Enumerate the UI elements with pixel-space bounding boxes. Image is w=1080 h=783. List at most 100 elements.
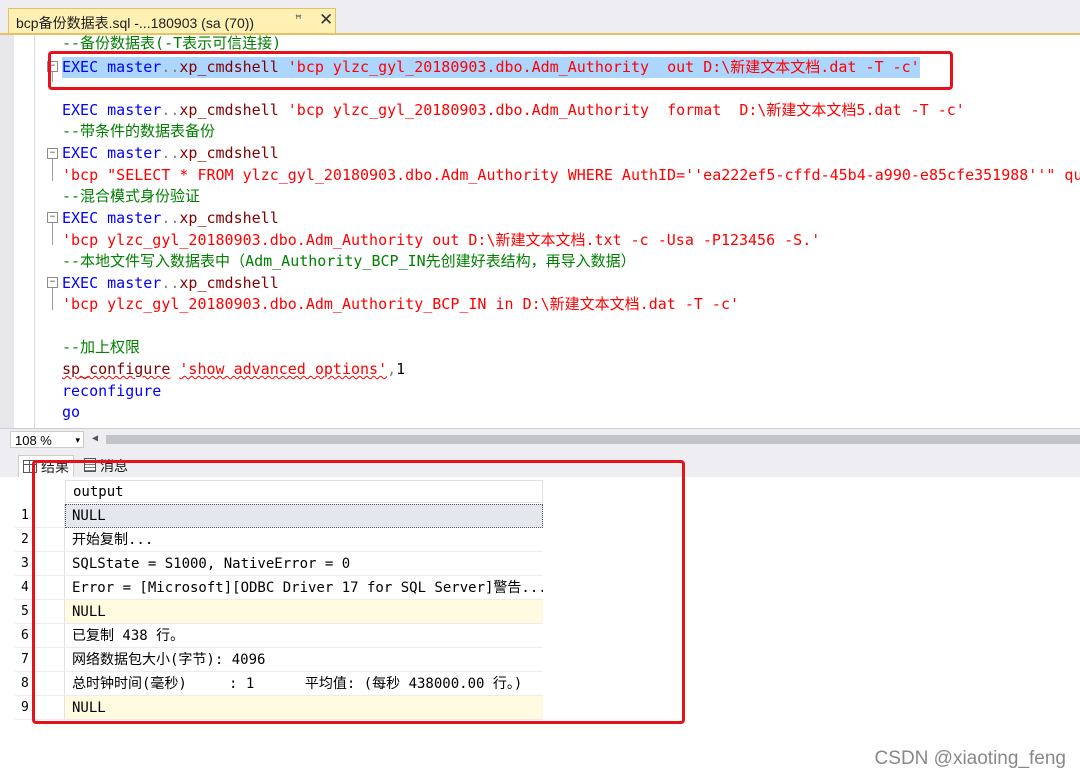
code-token: .. — [161, 58, 180, 76]
code-line[interactable]: --混合模式身份验证 — [62, 186, 200, 207]
results-pane: output 1 NULL 2 开始复制... 3 SQLState = S1000, N… — [0, 477, 1080, 783]
zoom-value: 108 % — [15, 433, 52, 448]
code-line[interactable]: EXEC master..xp_cmdshell — [62, 273, 279, 294]
code-token: --混合模式身份验证 — [62, 187, 201, 205]
close-icon[interactable]: ✕ — [319, 10, 333, 30]
table-cell[interactable]: SQLState = S1000, NativeError = 0 — [65, 552, 543, 576]
code-line[interactable]: 'bcp ylzc_gyl_20180903.dbo.Adm_Authority… — [62, 230, 820, 251]
code-line[interactable]: --本地文件写入数据表中（Adm_Authority_BCP_IN先创建好表结构… — [62, 251, 636, 272]
code-token: 'show advanced options' — [179, 360, 388, 378]
code-token: master — [107, 274, 162, 292]
code-token: xp_cmdshell — [179, 209, 279, 227]
table-cell[interactable]: Error = [Microsoft][ODBC Driver 17 for S… — [65, 576, 543, 600]
code-token: .. — [161, 101, 180, 119]
code-token: EXEC — [62, 274, 99, 292]
tab-results-label: 结果 — [41, 459, 69, 475]
code-line[interactable]: sp_configure 'show advanced options',1 — [62, 359, 405, 380]
collapse-icon[interactable]: − — [47, 277, 58, 288]
code-line[interactable]: EXEC master..xp_cmdshell — [62, 143, 279, 164]
row-number[interactable]: 5 — [15, 600, 65, 624]
code-token: --带条件的数据表备份 — [62, 122, 216, 140]
code-token: sp_configure — [62, 360, 171, 378]
editor-status-bar: 108 % ▾ ◀ — [0, 428, 1080, 451]
table-cell[interactable]: NULL — [65, 504, 543, 528]
code-line[interactable]: go — [62, 402, 80, 423]
code-token: EXEC — [62, 209, 99, 227]
fold-guide — [52, 159, 53, 181]
table-cell[interactable]: 总时钟时间(毫秒) : 1 平均值: (每秒 438000.00 行。) — [65, 672, 543, 696]
collapse-icon[interactable]: − — [47, 212, 58, 223]
message-icon — [84, 458, 96, 472]
table-cell[interactable]: 网络数据包大小(字节): 4096 — [65, 648, 543, 672]
watermark: CSDN @xiaoting_feng — [874, 748, 1066, 769]
change-tracking-bar — [34, 35, 39, 428]
table-cell[interactable]: 已复制 438 行。 — [65, 624, 543, 648]
table-cell[interactable]: NULL — [65, 696, 543, 720]
code-token: 'bcp "SELECT * FROM ylzc_gyl_20180903.db… — [62, 166, 1080, 184]
row-number[interactable]: 7 — [15, 648, 65, 672]
code-token: .. — [161, 274, 180, 292]
code-token: --备份数据表(-T表示可信连接) — [62, 35, 282, 52]
code-line[interactable]: 'bcp ylzc_gyl_20180903.dbo.Adm_Authority… — [62, 294, 739, 315]
code-line[interactable]: 'bcp "SELECT * FROM ylzc_gyl_20180903.db… — [62, 165, 1080, 186]
code-token: --加上权限 — [62, 338, 141, 356]
chevron-down-icon: ▾ — [75, 435, 80, 445]
code-line[interactable]: --加上权限 — [62, 337, 140, 358]
tab-messages-label: 消息 — [100, 458, 128, 474]
fold-guide — [52, 223, 53, 245]
row-number[interactable]: 4 — [15, 576, 65, 600]
zoom-select[interactable]: 108 % ▾ — [10, 431, 84, 448]
code-token: EXEC — [62, 101, 99, 119]
code-token: master — [107, 209, 162, 227]
table-cell[interactable]: NULL — [65, 600, 543, 624]
fold-guide — [52, 72, 53, 82]
row-number[interactable]: 9 — [15, 696, 65, 720]
code-editor[interactable]: --备份数据表(-T表示可信连接) EXEC master..xp_cmdshel… — [0, 35, 1080, 428]
code-token: go — [62, 403, 81, 421]
grid-icon — [23, 460, 37, 473]
code-token: , — [387, 360, 397, 378]
row-number[interactable]: 6 — [15, 624, 65, 648]
code-line[interactable]: EXEC master..xp_cmdshell 'bcp ylzc_gyl_2… — [62, 100, 965, 121]
code-token: --本地文件写入数据表中（Adm_Authority_BCP_IN先创建好表结构… — [62, 252, 636, 270]
tab-messages[interactable]: 消息 — [84, 455, 128, 477]
table-cell[interactable]: 开始复制... — [65, 528, 543, 552]
row-number[interactable]: 8 — [15, 672, 65, 696]
collapse-icon[interactable]: − — [47, 61, 58, 72]
collapse-icon[interactable]: − — [47, 148, 58, 159]
pin-icon[interactable]: ꟸ — [295, 12, 302, 26]
document-tab[interactable]: bcp备份数据表.sql -...180903 (sa (70)) ꟸ ✕ — [8, 8, 336, 34]
code-line[interactable]: --备份数据表(-T表示可信连接) — [62, 35, 281, 54]
code-token: EXEC — [62, 58, 99, 76]
code-token: reconfigure — [62, 382, 162, 400]
code-line[interactable]: EXEC master..xp_cmdshell 'bcp ylzc_gyl_2… — [62, 57, 920, 78]
code-line[interactable]: --带条件的数据表备份 — [62, 121, 215, 142]
code-line[interactable]: EXEC master..xp_cmdshell — [62, 208, 279, 229]
fold-guide — [52, 288, 53, 310]
code-token: 'bcp ylzc_gyl_20180903.dbo.Adm_Authority… — [287, 58, 920, 76]
tab-results[interactable]: 结果 — [18, 455, 74, 477]
row-number[interactable]: 1 — [15, 504, 65, 528]
code-token: xp_cmdshell — [179, 144, 279, 162]
document-tab-bar: bcp备份数据表.sql -...180903 (sa (70)) ꟸ ✕ — [0, 0, 1080, 34]
row-number[interactable]: 2 — [15, 528, 65, 552]
document-tab-title: bcp备份数据表.sql -...180903 (sa (70)) — [16, 15, 255, 31]
code-token: .. — [161, 209, 180, 227]
code-token: 1 — [396, 360, 406, 378]
column-header-output[interactable]: output — [65, 480, 543, 503]
code-token: 'bcp ylzc_gyl_20180903.dbo.Adm_Authority… — [287, 101, 965, 119]
code-token: EXEC — [62, 144, 99, 162]
row-number[interactable]: 3 — [15, 552, 65, 576]
code-token: 'bcp ylzc_gyl_20180903.dbo.Adm_Authority… — [62, 295, 740, 313]
code-token: xp_cmdshell — [179, 101, 279, 119]
editor-margin — [0, 35, 14, 428]
code-token: xp_cmdshell — [179, 58, 279, 76]
code-line[interactable]: reconfigure — [62, 381, 161, 402]
scroll-left-icon[interactable]: ◀ — [92, 433, 98, 444]
horizontal-scrollbar[interactable] — [106, 435, 1080, 444]
